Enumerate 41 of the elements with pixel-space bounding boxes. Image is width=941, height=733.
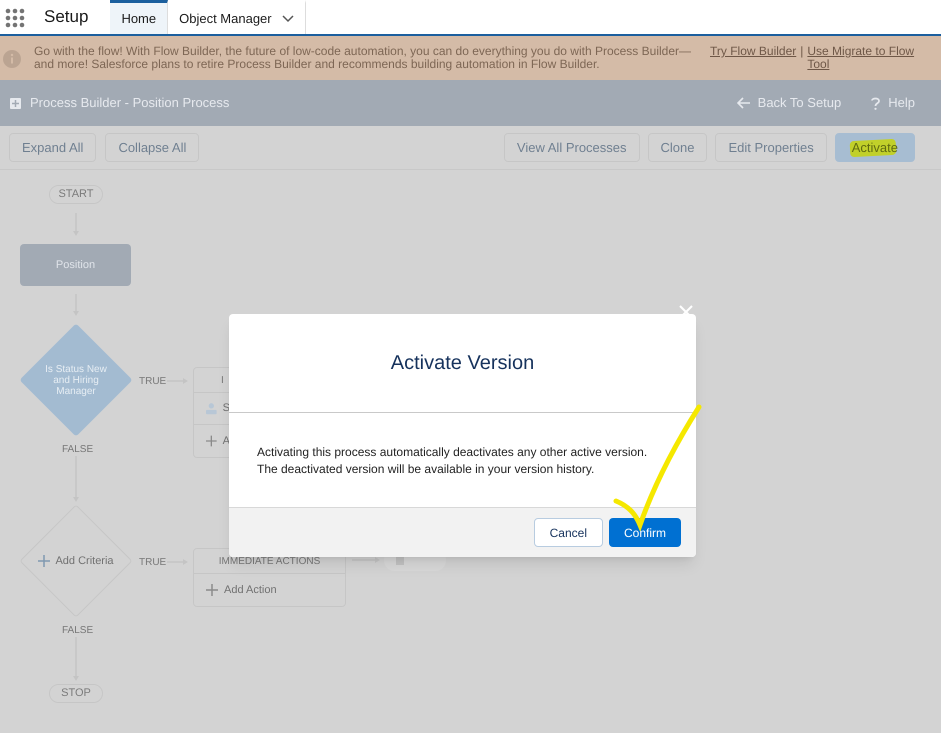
help-link[interactable]: Help <box>871 93 915 113</box>
process-icon <box>10 98 21 108</box>
plus-icon <box>38 555 50 567</box>
connector-arrow <box>352 556 380 564</box>
true-label: TRUE <box>139 375 166 389</box>
action-row[interactable]: Add Action <box>194 574 345 606</box>
process-title: Process Builder - Position Process <box>30 94 230 112</box>
arrow-left-icon <box>736 97 751 109</box>
try-flow-builder-link[interactable]: Try Flow Builder <box>710 45 796 58</box>
false-label: FALSE <box>62 624 94 638</box>
plus-icon <box>206 435 217 447</box>
criteria-node[interactable]: Add Criteria <box>20 505 132 617</box>
dialog-title: Activate Version <box>390 351 534 376</box>
app-name: Setup <box>44 6 88 28</box>
link-separator: | <box>800 45 804 58</box>
chevron-down-icon[interactable] <box>282 14 294 22</box>
actions-header: IMMEDIATE ACTIONS <box>218 554 320 568</box>
toolbar-button[interactable]: Expand All <box>9 133 96 162</box>
toolbar-button[interactable]: Edit Properties <box>715 133 827 162</box>
actions-header: I <box>221 374 224 388</box>
start-node: START <box>49 185 103 204</box>
migrate-to-flow-link[interactable]: Use Migrate to Flow Tool <box>807 45 922 71</box>
info-icon <box>3 50 21 68</box>
object-node[interactable]: Position <box>20 244 131 286</box>
cancel-button[interactable]: Cancel <box>534 518 603 547</box>
toolbar-button[interactable]: Clone <box>648 133 708 162</box>
toolbar-button[interactable]: View All Processes <box>504 133 640 162</box>
app-launcher-icon[interactable] <box>5 8 25 28</box>
confirm-button[interactable]: Confirm <box>608 518 681 547</box>
back-to-setup-link[interactable]: Back To Setup <box>736 93 842 113</box>
false-label: FALSE <box>62 443 94 457</box>
banner-message: Go with the flow! With Flow Builder, the future of low-code automation, you can do everything you do with Process Builder— and more! Salesforce plans to retire Process Builder and recommends building automation in Flow Builder. <box>34 45 692 71</box>
criteria-node[interactable]: Is Status New and Hiring Manager <box>20 324 132 436</box>
nav-tab[interactable]: Home <box>110 0 168 34</box>
question-mark-icon <box>871 96 880 110</box>
toolbar-button[interactable]: Collapse All <box>105 133 200 162</box>
person-icon <box>206 402 217 415</box>
dialog-message: Activating this process automatically deactivates any other active version. The deactivated version will be available in your version history. <box>257 444 648 478</box>
stop-node: STOP <box>49 684 103 703</box>
plus-icon <box>206 584 218 596</box>
true-label: TRUE <box>139 556 166 570</box>
